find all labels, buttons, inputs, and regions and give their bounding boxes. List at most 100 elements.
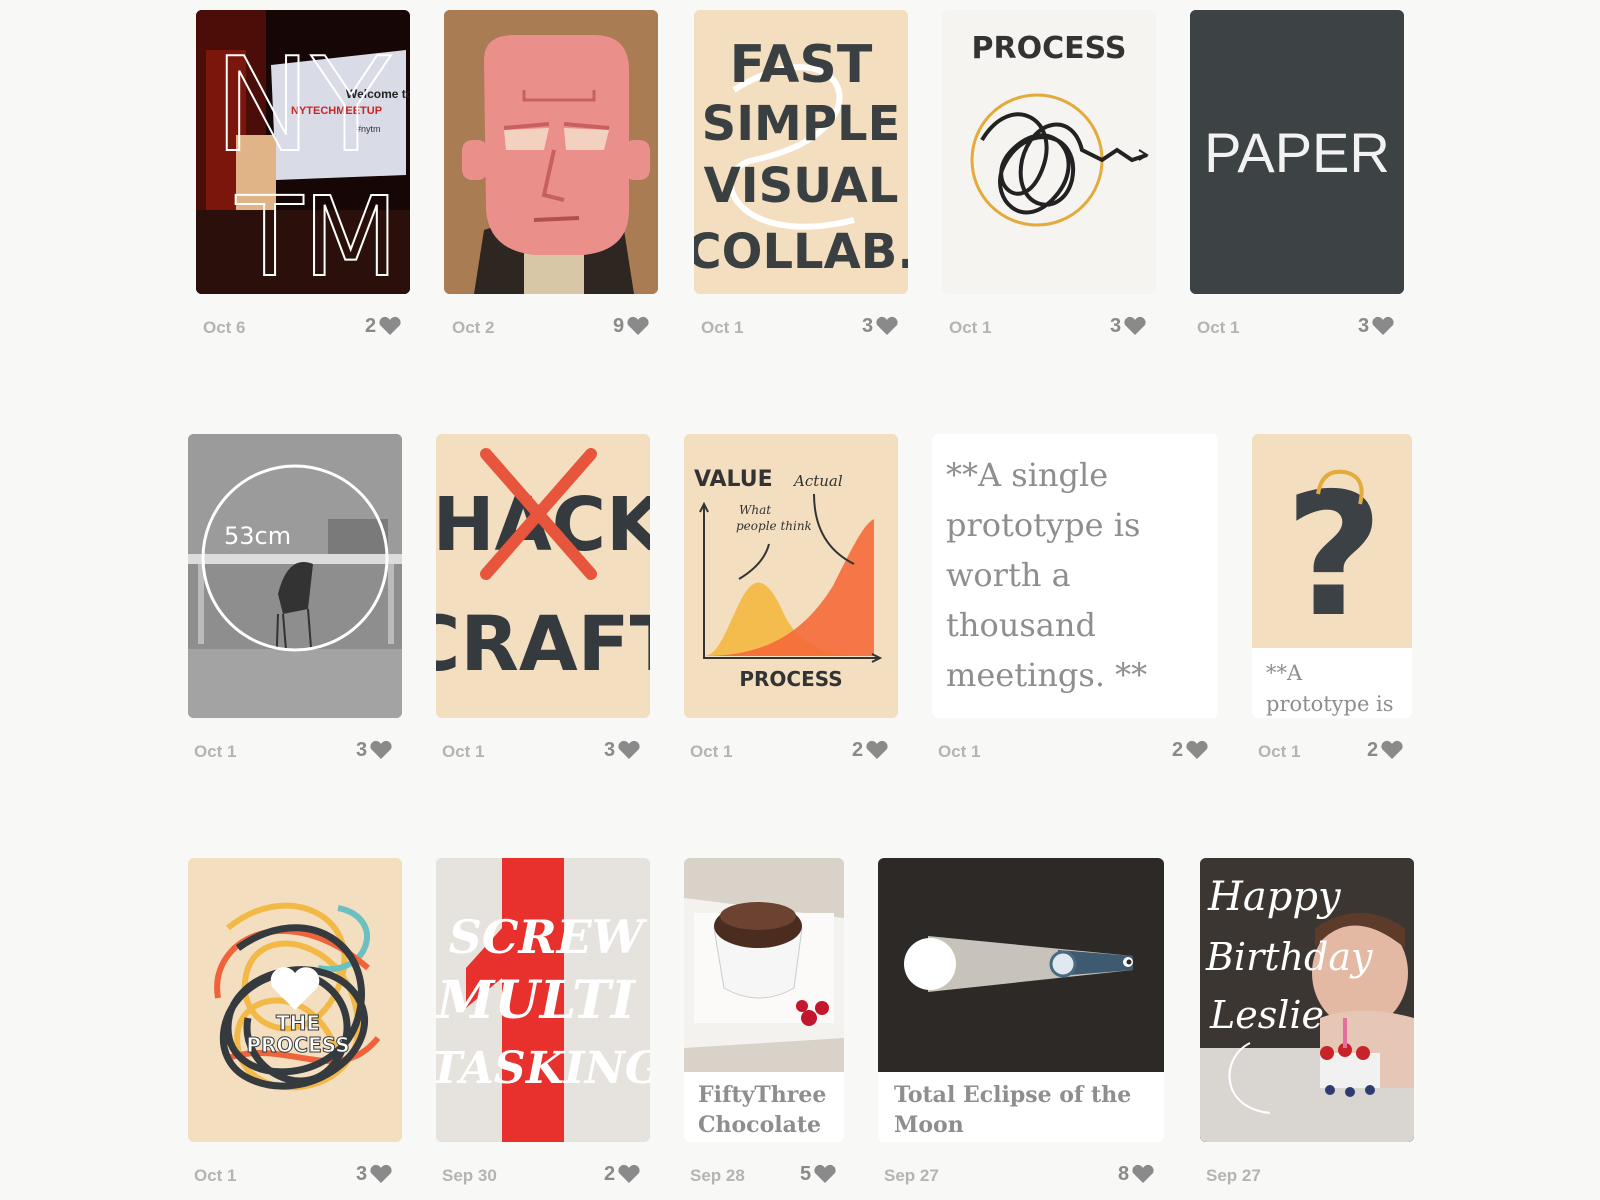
svg-text:FAST: FAST (730, 35, 873, 95)
like-button[interactable]: 8 (1118, 1164, 1155, 1184)
like-button[interactable]: 2 (852, 740, 889, 760)
like-button[interactable]: 9 (613, 316, 650, 336)
svg-text:CRAFT: CRAFT (436, 599, 650, 688)
heart-icon (1186, 740, 1208, 759)
like-count: 2 (604, 1163, 616, 1185)
svg-text:Happy: Happy (1207, 874, 1342, 920)
paper-title-art: PAPER (1190, 10, 1404, 294)
fast-simple-lettering: FAST SIMPLE VISUAL COLLAB. (694, 10, 908, 294)
svg-text:SCREW: SCREW (449, 910, 648, 964)
like-count: 3 (1110, 315, 1122, 337)
heart-icon (618, 1164, 640, 1183)
like-button[interactable]: 3 (1358, 316, 1395, 336)
like-button[interactable]: 2 (604, 1164, 641, 1184)
like-count: 2 (1172, 739, 1184, 761)
like-button[interactable]: 2 (1172, 740, 1209, 760)
svg-text:VALUE: VALUE (694, 467, 773, 492)
eclipse-diagram (878, 858, 1164, 1072)
nytm-photo: Welcome to NYTECHMEETUP #nytm NY TM (196, 10, 410, 294)
card-fast-simple[interactable]: FAST SIMPLE VISUAL COLLAB. (694, 10, 908, 294)
card-screw-multitasking[interactable]: SCREW MULTI TASKING (436, 858, 650, 1142)
card-date: Oct 1 (949, 318, 992, 337)
like-count: 3 (356, 1163, 368, 1185)
heart-icon (876, 316, 898, 335)
heart-icon (618, 740, 640, 759)
card-caption: **A prototype is (1252, 648, 1412, 718)
svg-text:PROCESS: PROCESS (246, 1033, 349, 1057)
heart-icon (1132, 1164, 1154, 1183)
card-nytm[interactable]: Welcome to NYTECHMEETUP #nytm NY TM (196, 10, 410, 294)
like-count: 9 (613, 315, 625, 337)
card-question[interactable]: ? **A prototype is (1252, 434, 1412, 718)
heart-icon (370, 740, 392, 759)
screw-multitasking-poster: SCREW MULTI TASKING (436, 858, 650, 1142)
like-button[interactable]: 3 (1110, 316, 1147, 336)
heart-icon (1381, 740, 1403, 759)
svg-text:PROCESS: PROCESS (739, 667, 842, 691)
card-chocolate[interactable]: FiftyThree Chocolate (684, 858, 844, 1142)
svg-text:PROCESS: PROCESS (972, 31, 1127, 66)
like-count: 3 (862, 315, 874, 337)
quote-text: **A single prototype is worth a thousand… (946, 456, 1148, 694)
the-process-scribble: THE PROCESS (188, 858, 402, 1142)
svg-text:Leslie: Leslie (1209, 993, 1324, 1037)
card-process-scribble[interactable]: PROCESS (942, 10, 1156, 294)
card-date: Oct 1 (690, 742, 733, 761)
card-date: Oct 1 (442, 742, 485, 761)
heart-icon (814, 1164, 836, 1183)
birthday-photo: Happy Birthday Leslie (1200, 858, 1414, 1142)
svg-text:53cm: 53cm (224, 522, 291, 550)
card-date: Oct 1 (938, 742, 981, 761)
card-eclipse[interactable]: Total Eclipse of the Moon (878, 858, 1164, 1142)
value-process-sketch: VALUE Actual What people think PROCESS (684, 434, 898, 718)
like-count: 3 (1358, 315, 1370, 337)
card-date: Oct 6 (203, 318, 246, 337)
like-button[interactable]: 2 (365, 316, 402, 336)
like-count: 2 (1367, 739, 1379, 761)
svg-text:COLLAB.: COLLAB. (694, 224, 908, 280)
svg-text:PAPER: PAPER (1204, 121, 1390, 184)
card-desk-photo[interactable]: 53cm (188, 434, 402, 718)
card-portrait[interactable] (444, 10, 658, 294)
portrait-illustration (444, 10, 658, 294)
desk-photo: 53cm (188, 434, 402, 718)
process-scribble: PROCESS (942, 10, 1156, 294)
card-paper[interactable]: PAPER (1190, 10, 1404, 294)
svg-text:SIMPLE: SIMPLE (702, 96, 901, 152)
card-date: Sep 27 (1206, 1166, 1261, 1185)
card-date: Oct 1 (701, 318, 744, 337)
svg-text:VISUAL: VISUAL (704, 158, 899, 214)
like-button[interactable]: 5 (800, 1164, 837, 1184)
card-date: Sep 28 (690, 1166, 745, 1185)
card-date: Sep 30 (442, 1166, 497, 1185)
heart-icon (379, 316, 401, 335)
card-value-process[interactable]: VALUE Actual What people think PROCESS (684, 434, 898, 718)
like-button[interactable]: 3 (862, 316, 899, 336)
card-date: Oct 1 (194, 1166, 237, 1185)
card-birthday[interactable]: Happy Birthday Leslie (1200, 858, 1414, 1142)
svg-text:people think: people think (736, 519, 812, 533)
like-button[interactable]: 2 (1367, 740, 1404, 760)
heart-icon (1372, 316, 1394, 335)
svg-text:TM: TM (235, 173, 398, 294)
svg-text:Actual: Actual (792, 472, 843, 490)
like-button[interactable]: 3 (604, 740, 641, 760)
svg-text:?: ? (1285, 457, 1384, 648)
svg-text:What: What (739, 503, 771, 517)
like-button[interactable]: 3 (356, 1164, 393, 1184)
card-caption: FiftyThree Chocolate (684, 1072, 844, 1142)
card-quote-text[interactable]: **A single prototype is worth a thousand… (932, 434, 1218, 718)
heart-icon (627, 316, 649, 335)
like-count: 2 (852, 739, 864, 761)
like-count: 3 (604, 739, 616, 761)
card-hack-craft[interactable]: HACK CRAFT (436, 434, 650, 718)
like-button[interactable]: 3 (356, 740, 393, 760)
heart-icon (866, 740, 888, 759)
card-date: Oct 1 (194, 742, 237, 761)
chocolate-photo (684, 858, 844, 1072)
card-the-process[interactable]: THE PROCESS (188, 858, 402, 1142)
heart-icon (1124, 316, 1146, 335)
svg-text:NY: NY (214, 29, 391, 181)
hack-craft-lettering: HACK CRAFT (436, 434, 650, 718)
svg-text:MULTI: MULTI (436, 970, 637, 1031)
